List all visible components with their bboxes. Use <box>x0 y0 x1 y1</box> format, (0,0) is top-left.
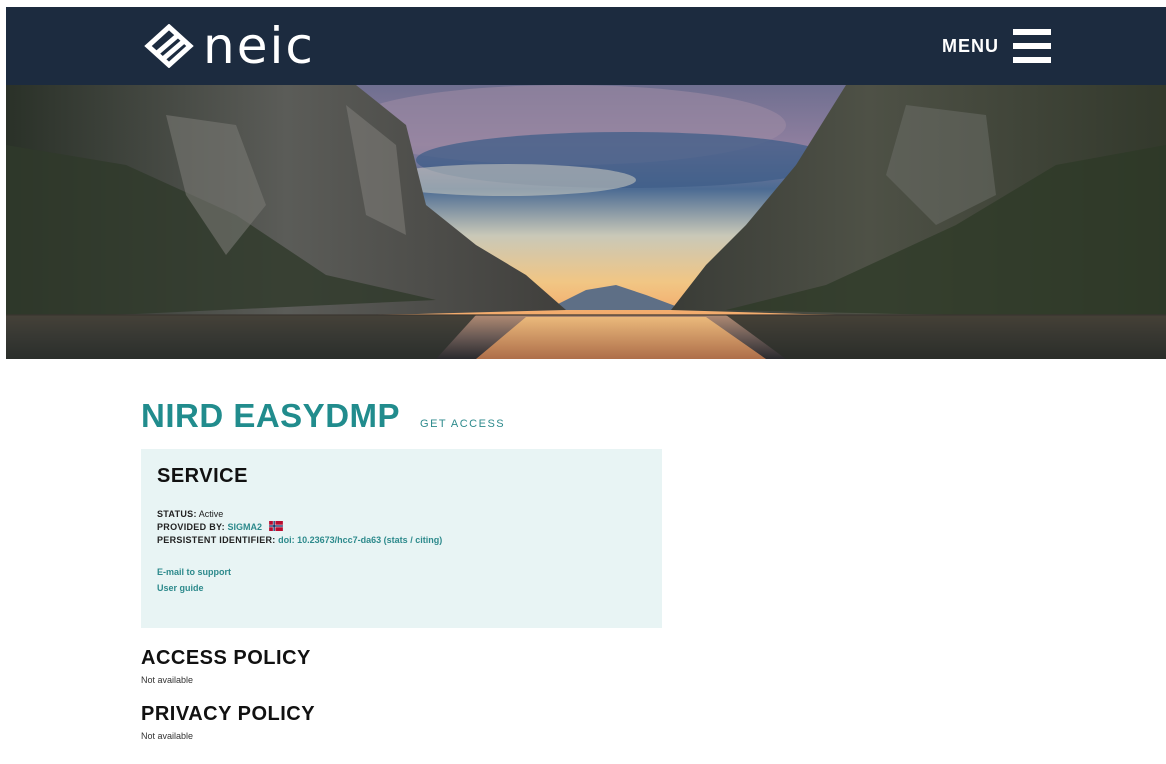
service-heading: SERVICE <box>157 465 248 487</box>
main-content: NIRD EASYDMP GET ACCESS SERVICE STATUS: … <box>141 397 841 741</box>
status-row: STATUS: Active <box>157 508 646 521</box>
hamburger-bar <box>1013 57 1051 63</box>
access-policy-section: ACCESS POLICY Not available <box>141 647 841 685</box>
site-header: neic MENU <box>6 7 1166 85</box>
provider-link[interactable]: SIGMA2 <box>227 522 262 532</box>
hamburger-bar <box>1013 43 1051 49</box>
menu-button[interactable]: MENU <box>942 28 1051 64</box>
service-links: E-mail to support User guide <box>157 564 646 596</box>
access-policy-text: Not available <box>141 675 194 685</box>
email-support-link[interactable]: E-mail to support <box>157 564 646 580</box>
provided-by-row: PROVIDED BY: SIGMA2 <box>157 521 646 534</box>
privacy-policy-heading: PRIVACY POLICY <box>141 703 316 725</box>
service-panel: SERVICE STATUS: Active PROVIDED BY: SIGM… <box>141 449 662 628</box>
privacy-policy-section: PRIVACY POLICY Not available <box>141 703 841 741</box>
status-label: STATUS: <box>157 509 197 519</box>
identifier-row: PERSISTENT IDENTIFIER: doi: 10.23673/hcc… <box>157 534 646 547</box>
title-row: NIRD EASYDMP GET ACCESS <box>141 397 841 443</box>
page: neic MENU NIRD EASYDMP GET ACCESS SERVIC… <box>6 7 1166 764</box>
hero-banner-image <box>6 85 1166 359</box>
site-logo[interactable]: neic <box>143 21 315 71</box>
page-title: NIRD EASYDMP <box>141 397 401 434</box>
norway-flag-icon <box>268 521 283 531</box>
identifier-label: PERSISTENT IDENTIFIER: <box>157 535 276 545</box>
neic-logo-icon <box>144 24 194 68</box>
get-access-link[interactable]: GET ACCESS <box>420 418 505 430</box>
hamburger-menu-icon <box>1013 29 1051 63</box>
hamburger-bar <box>1013 29 1051 35</box>
menu-label: MENU <box>942 35 999 56</box>
logo-text: neic <box>203 17 315 75</box>
user-guide-link[interactable]: User guide <box>157 580 646 596</box>
provided-by-label: PROVIDED BY: <box>157 522 225 532</box>
access-policy-heading: ACCESS POLICY <box>141 647 311 669</box>
privacy-policy-text: Not available <box>141 731 194 741</box>
identifier-link[interactable]: doi: 10.23673/hcc7-da63 (stats / citing) <box>278 535 442 545</box>
status-value: Active <box>198 509 224 519</box>
